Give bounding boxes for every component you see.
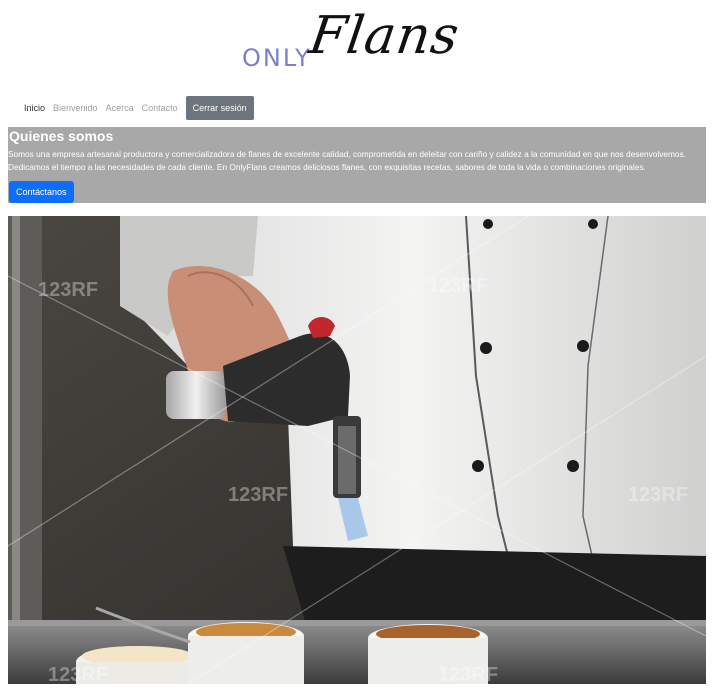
- logout-button[interactable]: Cerrar sesión: [185, 96, 254, 120]
- brand-logo[interactable]: ONLY Flans: [240, 6, 480, 76]
- about-section: Quienes somos Somos una empresa artesana…: [8, 127, 706, 203]
- svg-text:123RF: 123RF: [628, 484, 688, 506]
- contact-button[interactable]: Contáctanos: [9, 181, 74, 203]
- logo-only-text: ONLY: [242, 44, 312, 72]
- hero-image: 123RF 123RF 123RF 123RF 123RF 123RF: [8, 216, 706, 684]
- nav-link-inicio[interactable]: Inicio: [24, 103, 45, 113]
- svg-text:123RF: 123RF: [48, 664, 108, 684]
- svg-text:123RF: 123RF: [38, 279, 98, 301]
- logo-flans-text: Flans: [305, 6, 464, 66]
- nav-link-acerca[interactable]: Acerca: [106, 103, 134, 113]
- nav-link-contacto[interactable]: Contacto: [142, 103, 178, 113]
- main-nav: Inicio Bienvenido Acerca Contacto Cerrar…: [24, 96, 254, 120]
- svg-text:123RF: 123RF: [228, 484, 288, 506]
- chef-photo: 123RF 123RF 123RF 123RF 123RF 123RF: [8, 216, 706, 684]
- about-text: Somos una empresa artesanal productora y…: [8, 149, 686, 172]
- svg-text:123RF: 123RF: [438, 664, 498, 684]
- about-title: Quienes somos: [9, 128, 114, 144]
- nav-link-bienvenido[interactable]: Bienvenido: [53, 103, 98, 113]
- svg-text:123RF: 123RF: [428, 275, 488, 297]
